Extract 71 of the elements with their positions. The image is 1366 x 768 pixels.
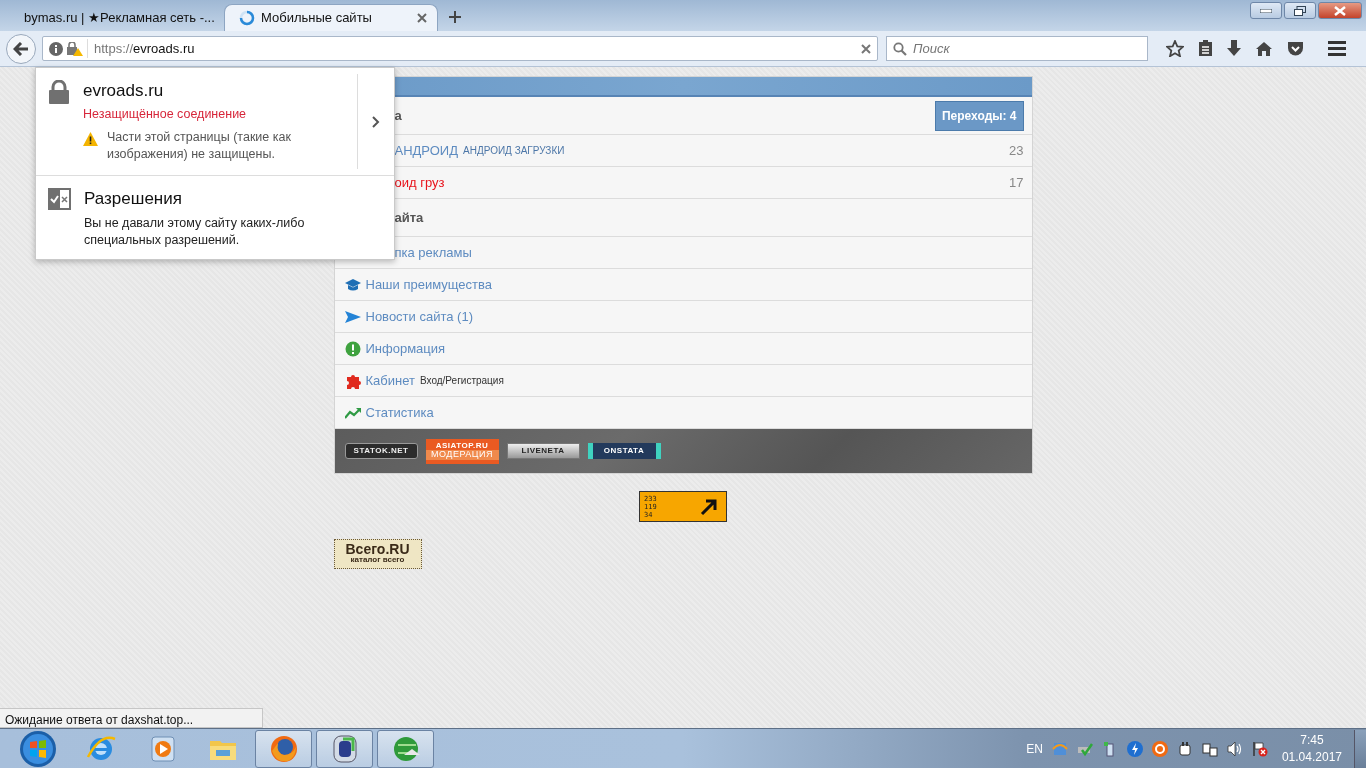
menu-link[interactable]: Новости сайта (1) bbox=[365, 306, 473, 327]
search-icon bbox=[893, 41, 907, 56]
close-icon[interactable] bbox=[417, 13, 427, 23]
back-button[interactable] bbox=[6, 33, 36, 64]
menu-link[interactable]: Наши преимущества bbox=[365, 274, 492, 295]
power-plug-icon[interactable] bbox=[1176, 740, 1193, 757]
clock-date[interactable]: 01.04.2017 bbox=[1281, 748, 1342, 766]
minimize-icon bbox=[1260, 8, 1272, 13]
menu-link[interactable]: оид груз bbox=[394, 172, 445, 193]
restore-button[interactable] bbox=[1284, 2, 1316, 19]
chevron-right-icon[interactable] bbox=[372, 115, 380, 128]
item-count: 23 bbox=[1009, 141, 1024, 160]
close-window-button[interactable] bbox=[1318, 2, 1362, 19]
lightning-icon[interactable] bbox=[1126, 740, 1143, 757]
sub-link[interactable]: Вход/Регистрация bbox=[419, 373, 504, 388]
language-indicator[interactable]: EN bbox=[1026, 739, 1043, 758]
visits-badge: Переходы: 4 bbox=[934, 100, 1024, 131]
speaker-icon[interactable] bbox=[1226, 740, 1243, 757]
warning-icon bbox=[83, 131, 98, 146]
permissions-icon bbox=[48, 188, 71, 210]
taskbar-app[interactable] bbox=[316, 729, 373, 768]
menu-link[interactable]: пка рекламы bbox=[394, 242, 472, 263]
minimize-button[interactable] bbox=[1250, 2, 1282, 19]
puzzle-piece-icon bbox=[344, 372, 361, 389]
menu-link[interactable]: АНДРОИД bbox=[394, 140, 458, 161]
close-icon bbox=[1334, 5, 1346, 16]
counter-banner[interactable]: ONSTATA bbox=[587, 443, 661, 459]
permissions-text: Вы не давали этому сайту каких-либо специальных разрешений. bbox=[84, 215, 306, 249]
search-field[interactable]: Поиск bbox=[886, 36, 1148, 61]
status-text: Ожидание ответа от daxshat.top... bbox=[0, 708, 263, 728]
browser-tab[interactable]: Мобильные сайты bbox=[224, 4, 438, 31]
browser-tab[interactable]: bymas.ru | ★Рекламная сеть -... bbox=[10, 4, 224, 31]
show-desktop-button[interactable] bbox=[1354, 729, 1366, 768]
diagonal-arrow-icon bbox=[700, 497, 718, 516]
menu-link[interactable]: Информация bbox=[365, 338, 446, 359]
lock-warning-icon[interactable] bbox=[67, 41, 83, 56]
ring-icon[interactable] bbox=[1151, 740, 1168, 757]
catalog-banner[interactable]: Всего.RU каталог всего bbox=[333, 539, 422, 569]
bookmark-star-icon[interactable] bbox=[1166, 40, 1184, 57]
counter-banner[interactable]: STATOK.NET bbox=[344, 443, 418, 459]
permissions-title: Разрешения bbox=[84, 188, 183, 210]
counter-banner[interactable]: ASIATOP.RU МОДЕРАЦИЯ bbox=[425, 438, 499, 464]
pocket-icon[interactable] bbox=[1287, 40, 1304, 57]
connection-status: Незащищённое соединение bbox=[83, 106, 248, 123]
home-icon[interactable] bbox=[1255, 40, 1273, 57]
new-tab-icon[interactable] bbox=[448, 10, 462, 24]
clock-time[interactable]: 7:45 bbox=[1281, 731, 1342, 749]
back-arrow-icon bbox=[13, 41, 29, 56]
clear-icon[interactable] bbox=[861, 43, 871, 54]
menu-link[interactable]: Кабинет bbox=[365, 370, 415, 391]
network-cable-icon[interactable] bbox=[1201, 740, 1218, 757]
menu-link[interactable]: Статистика bbox=[365, 402, 434, 423]
flag-error-icon[interactable] bbox=[1251, 740, 1268, 757]
download-icon[interactable] bbox=[1227, 40, 1241, 57]
section-heading: айта bbox=[394, 208, 424, 227]
info-icon[interactable] bbox=[49, 41, 63, 56]
restore-icon bbox=[1294, 5, 1306, 16]
taskbar-app[interactable] bbox=[255, 729, 312, 768]
alert-badge-icon bbox=[344, 340, 361, 357]
item-count: 17 bbox=[1009, 173, 1024, 192]
counter-banner[interactable]: LIVENETA bbox=[506, 443, 580, 459]
graduation-cap-icon bbox=[344, 276, 361, 293]
section-heading: а bbox=[394, 106, 402, 125]
sub-link[interactable]: АНДРОИД ЗАГРУЗКИ bbox=[463, 143, 565, 158]
paper-plane-icon bbox=[344, 308, 361, 325]
site-domain: evroads.ru bbox=[83, 80, 165, 102]
menu-icon[interactable] bbox=[1328, 41, 1346, 56]
clipboard-list-icon[interactable] bbox=[1198, 40, 1213, 57]
lock-icon bbox=[48, 80, 70, 104]
warning-text: Части этой страницы (такие как изображения) не защищены. bbox=[107, 128, 292, 163]
start-button[interactable] bbox=[18, 729, 58, 768]
